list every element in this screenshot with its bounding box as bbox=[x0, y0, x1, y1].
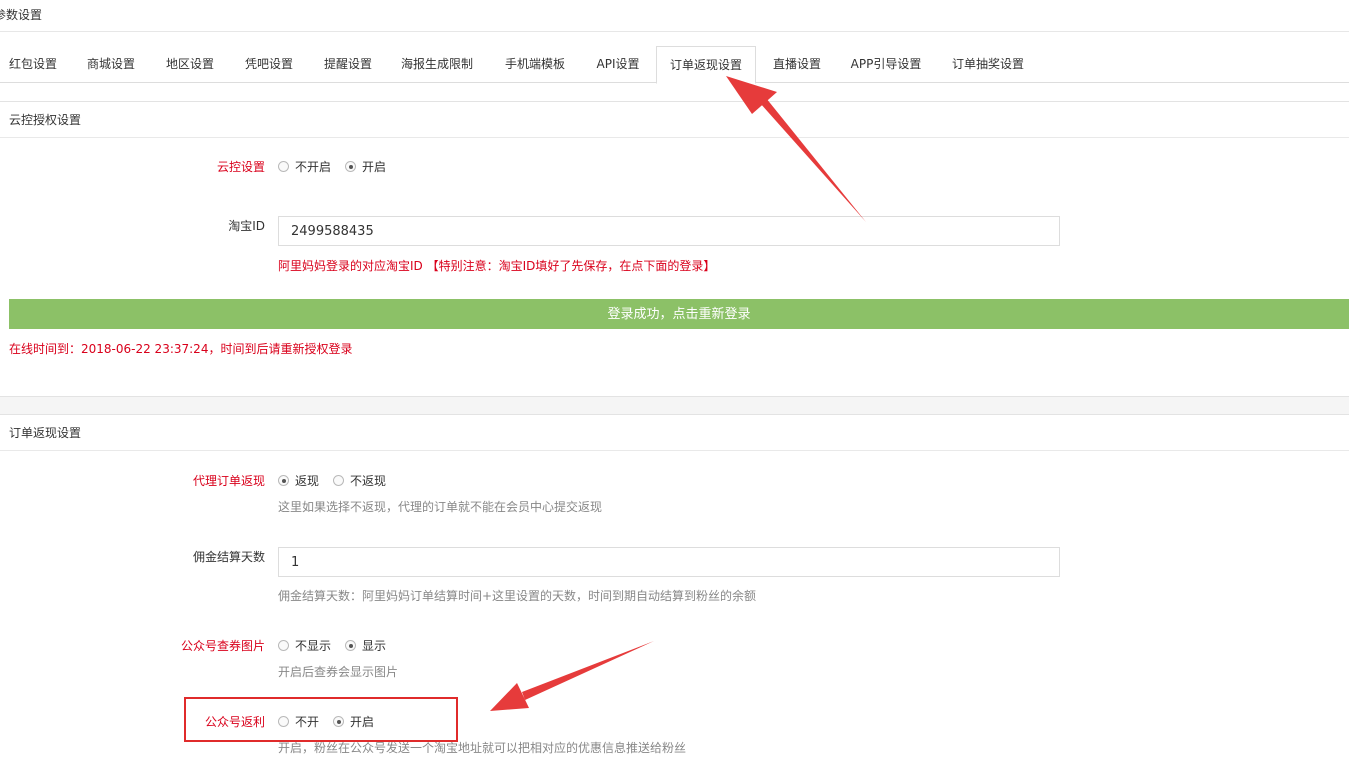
settle-days-help: 佣金结算天数：阿里妈妈订单结算时间+这里设置的天数，时间到期自动结算到粉丝的余额 bbox=[278, 589, 757, 603]
coupon-image-show-label: 显示 bbox=[362, 639, 387, 653]
taobao-id-help: 阿里妈妈登录的对应淘宝ID 【特别注意：淘宝ID填好了先保存，在点下面的登录】 bbox=[278, 259, 716, 273]
relogin-button[interactable]: 登录成功，点击重新登录 bbox=[9, 299, 1349, 329]
cloud-setting-radios: 不开启 开启 bbox=[278, 158, 400, 175]
tab-pingba[interactable]: 凭吧设置 bbox=[234, 46, 304, 83]
page-title: 参数设置 bbox=[0, 8, 43, 22]
agent-cashback-help: 这里如果选择不返现，代理的订单就不能在会员中心提交返现 bbox=[278, 500, 603, 514]
settle-days-input[interactable] bbox=[278, 547, 1060, 577]
tab-order-lottery[interactable]: 订单抽奖设置 bbox=[942, 46, 1034, 83]
coupon-image-show-option[interactable]: 显示 bbox=[345, 637, 386, 654]
coupon-image-hide-option[interactable]: 不显示 bbox=[278, 637, 331, 654]
tab-order-cashback[interactable]: 订单返现设置 bbox=[656, 46, 756, 84]
agent-cashback-label: 代理订单返现 bbox=[192, 474, 265, 488]
radio-unchecked-icon[interactable] bbox=[278, 161, 289, 172]
tab-api[interactable]: API设置 bbox=[586, 46, 650, 83]
tab-poster-limit[interactable]: 海报生成限制 bbox=[392, 46, 482, 83]
agent-cashback-yes-label: 返现 bbox=[295, 474, 320, 488]
tab-reminder[interactable]: 提醒设置 bbox=[314, 46, 382, 83]
coupon-image-help: 开启后查券会显示图片 bbox=[278, 665, 399, 679]
radio-checked-icon[interactable] bbox=[345, 640, 357, 651]
taobao-id-label: 淘宝ID bbox=[228, 219, 265, 233]
cloud-on-option[interactable]: 开启 bbox=[345, 158, 386, 175]
agent-cashback-yes-option[interactable]: 返现 bbox=[278, 472, 319, 489]
tab-app-guide[interactable]: APP引导设置 bbox=[840, 46, 932, 83]
radio-checked-icon[interactable] bbox=[278, 475, 289, 486]
tab-mall[interactable]: 商城设置 bbox=[76, 46, 146, 83]
agent-cashback-radios: 返现 不返现 bbox=[278, 472, 400, 489]
tab-region[interactable]: 地区设置 bbox=[156, 46, 224, 83]
title-divider bbox=[0, 31, 1349, 32]
radio-unchecked-icon[interactable] bbox=[278, 640, 289, 651]
tab-hongbao[interactable]: 红包设置 bbox=[0, 46, 66, 83]
coupon-image-label: 公众号查券图片 bbox=[180, 639, 265, 653]
order-panel-header: 订单返现设置 bbox=[0, 414, 1349, 451]
annotation-arrow-up-icon bbox=[726, 76, 866, 222]
agent-cashback-no-label: 不返现 bbox=[350, 474, 387, 488]
radio-checked-icon[interactable] bbox=[345, 161, 357, 172]
coupon-image-hide-label: 不显示 bbox=[295, 639, 332, 653]
tab-bar: 红包设置 商城设置 地区设置 凭吧设置 提醒设置 海报生成限制 手机端模板 AP… bbox=[0, 46, 1349, 84]
cloud-on-label: 开启 bbox=[362, 160, 387, 174]
panel-gap bbox=[0, 396, 1349, 414]
tab-live[interactable]: 直播设置 bbox=[764, 46, 830, 83]
cloud-panel-header: 云控授权设置 bbox=[0, 101, 1349, 138]
agent-cashback-no-option[interactable]: 不返现 bbox=[333, 472, 386, 489]
radio-unchecked-icon[interactable] bbox=[333, 475, 345, 486]
cloud-setting-label: 云控设置 bbox=[216, 160, 265, 174]
annotation-highlight-box bbox=[184, 697, 458, 742]
annotation-arrow-left-icon bbox=[490, 641, 654, 711]
taobao-id-input[interactable] bbox=[278, 216, 1060, 246]
settle-days-label: 佣金结算天数 bbox=[192, 550, 265, 564]
cloud-off-label: 不开启 bbox=[295, 160, 332, 174]
online-time-note: 在线时间到：2018-06-22 23:37:24，时间到后请重新授权登录 bbox=[9, 342, 353, 356]
tab-mobile-template[interactable]: 手机端模板 bbox=[494, 46, 576, 83]
coupon-image-radios: 不显示 显示 bbox=[278, 637, 400, 654]
cloud-off-option[interactable]: 不开启 bbox=[278, 158, 331, 175]
